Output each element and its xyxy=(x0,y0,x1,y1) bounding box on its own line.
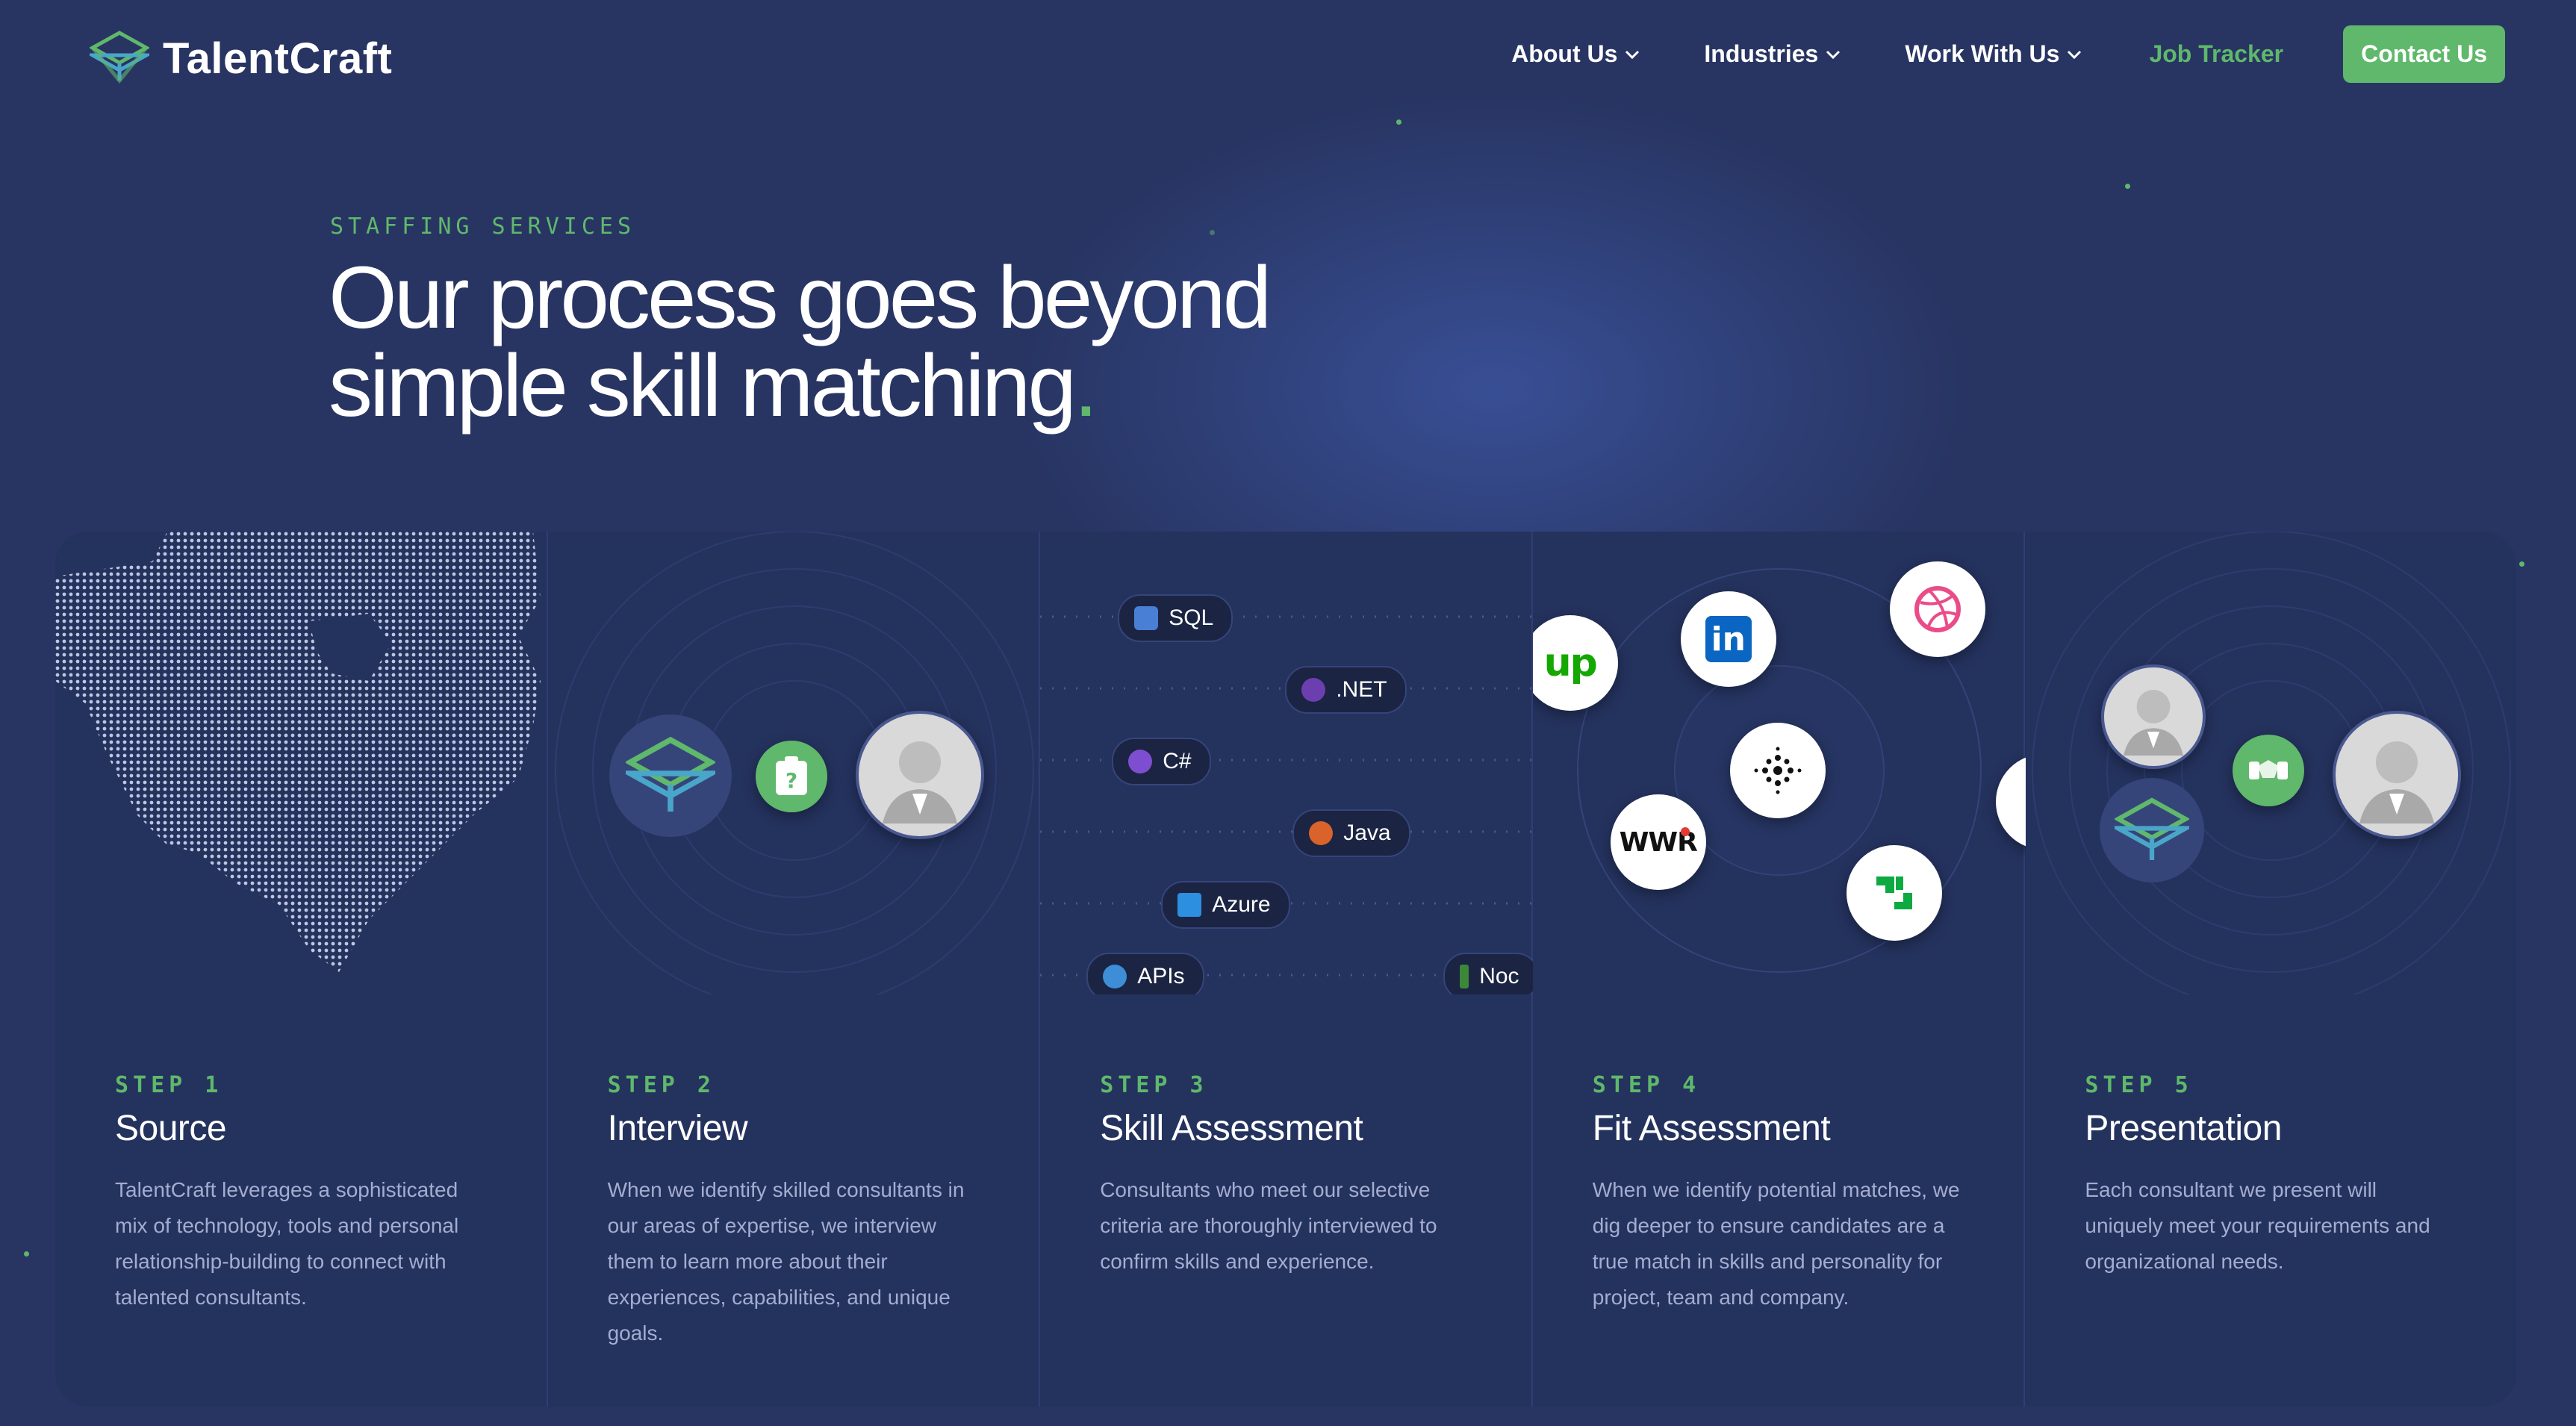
chevron-down-icon xyxy=(1826,50,1841,59)
step-label: STEP 3 xyxy=(1100,1072,1208,1098)
glassdoor-logo xyxy=(1846,845,1942,941)
step-card-interview: ? STEP 2 Interview When we identify skil… xyxy=(548,532,1041,1407)
step-title: Skill Assessment xyxy=(1100,1109,1363,1148)
site-header: TalentCraft About Us Industries Work Wit… xyxy=(0,0,2576,112)
skill-label: Azure xyxy=(1212,892,1271,917)
step-card-fit-assessment: up in WWR STEP 4 Fit Assessment When we … xyxy=(1532,532,2026,1407)
main-nav: About Us Industries Work With Us Job Tra… xyxy=(1447,25,2505,83)
step-label: STEP 5 xyxy=(2085,1072,2193,1098)
talentcraft-logo-icon xyxy=(625,736,715,812)
step-label: STEP 2 xyxy=(607,1072,715,1098)
database-icon xyxy=(1134,606,1159,630)
skill-label: Noc xyxy=(1479,964,1519,988)
dribbble-logo xyxy=(1889,561,1985,657)
azure-icon xyxy=(1177,893,1202,917)
handshake-icon xyxy=(2233,735,2305,806)
sparkle-dot xyxy=(2125,184,2130,189)
nav-industries[interactable]: Industries xyxy=(1704,40,1841,68)
chevron-down-icon xyxy=(1625,50,1640,59)
headline-period: . xyxy=(1074,337,1098,435)
step-description: When we identify skilled consultants in … xyxy=(607,1178,965,1345)
skill-chip-sql: SQL xyxy=(1118,594,1233,642)
talentcraft-logo-icon xyxy=(2115,797,2190,860)
skill-label: .NET xyxy=(1336,677,1387,702)
nav-job-tracker[interactable]: Job Tracker xyxy=(2149,40,2283,68)
skill-chip-dotnet: .NET xyxy=(1285,666,1407,714)
step-label: STEP 4 xyxy=(1592,1072,1701,1098)
nav-work-with-us[interactable]: Work With Us xyxy=(1905,40,2082,68)
step-title: Presentation xyxy=(2085,1109,2282,1148)
svg-text:?: ? xyxy=(785,768,797,793)
step-description: When we identify potential matches, we d… xyxy=(1592,1178,1960,1309)
skill-chip-csharp: C# xyxy=(1112,738,1211,785)
linkedin-logo: in xyxy=(1680,591,1776,687)
angellist-logo xyxy=(1729,723,1826,818)
step-description: Each consultant we present will uniquely… xyxy=(2085,1178,2430,1273)
step-card-skill-assessment: SQL .NET C# Java Azure APIs Noc STEP 3 S… xyxy=(1040,532,1534,1407)
step-description: Consultants who meet our selective crite… xyxy=(1100,1178,1437,1273)
skill-chip-node: Noc xyxy=(1443,953,1534,994)
csharp-icon xyxy=(1128,750,1153,773)
step-card-source: STEP 1 Source TalentCraft leverages a so… xyxy=(55,532,548,1407)
skill-chips-illustration: SQL .NET C# Java Azure APIs Noc xyxy=(1040,532,1534,994)
skill-chip-azure: Azure xyxy=(1161,881,1290,929)
talentcraft-badge xyxy=(2100,778,2205,882)
api-icon xyxy=(1103,965,1127,988)
wwr-logo: WWR xyxy=(1610,794,1706,890)
java-icon xyxy=(1309,821,1334,845)
step-description: TalentCraft leverages a sophisticated mi… xyxy=(115,1178,459,1309)
nav-label: Work With Us xyxy=(1905,40,2060,67)
nav-label: About Us xyxy=(1511,40,1618,67)
skill-label: APIs xyxy=(1137,964,1185,988)
step-label: STEP 1 xyxy=(115,1072,223,1098)
wwr-dot xyxy=(1680,827,1690,836)
node-icon xyxy=(1460,965,1469,988)
upwork-text: up xyxy=(1543,641,1598,685)
sourcing-platforms-illustration: up in WWR xyxy=(1532,532,2026,994)
nav-about-us[interactable]: About Us xyxy=(1511,40,1640,68)
skill-label: SQL xyxy=(1169,605,1214,630)
sparkle-dot xyxy=(1396,119,1401,125)
dots-burst-icon xyxy=(1754,747,1802,794)
hero-headline: Our process goes beyond simple skill mat… xyxy=(329,254,1449,430)
skill-label: C# xyxy=(1163,749,1192,773)
skill-chip-java: Java xyxy=(1292,809,1410,857)
presentation-illustration xyxy=(2025,532,2516,994)
skill-label: Java xyxy=(1343,821,1391,845)
hero-eyebrow: STAFFING SERVICES xyxy=(330,214,636,240)
talentcraft-logo-icon xyxy=(85,30,154,87)
skill-chip-apis: APIs xyxy=(1086,953,1204,994)
headline-line-1: Our process goes beyond xyxy=(329,249,1272,347)
contact-us-button[interactable]: Contact Us xyxy=(2343,25,2505,83)
step-title: Source xyxy=(115,1109,227,1148)
brand-logo[interactable]: TalentCraft xyxy=(85,30,393,87)
dotnet-icon xyxy=(1301,678,1326,702)
chevron-down-icon xyxy=(2068,50,2082,59)
process-steps: STEP 1 Source TalentCraft leverages a so… xyxy=(55,532,2516,1407)
dotted-map-illustration xyxy=(55,532,548,994)
sparkle-dot xyxy=(24,1251,29,1257)
client-avatar xyxy=(2101,664,2206,769)
step-card-presentation: STEP 5 Presentation Each consultant we p… xyxy=(2025,532,2516,1407)
linkedin-text: in xyxy=(1705,616,1752,662)
dribbble-icon xyxy=(1914,586,1961,632)
step-title: Interview xyxy=(607,1109,748,1148)
brand-name: TalentCraft xyxy=(163,34,393,83)
consultant-avatar xyxy=(2333,711,2462,839)
step-title: Fit Assessment xyxy=(1592,1109,1831,1148)
headline-line-2: simple skill matching xyxy=(329,337,1077,435)
nav-label: Industries xyxy=(1704,40,1819,67)
clipboard-question-icon: ? xyxy=(755,741,827,812)
sparkle-dot xyxy=(1210,230,1215,235)
consultant-avatar xyxy=(855,711,984,839)
interview-illustration: ? xyxy=(548,532,1041,994)
sparkle-dot xyxy=(2519,561,2524,567)
glassdoor-icon xyxy=(1876,877,1912,909)
talentcraft-badge xyxy=(609,714,732,837)
